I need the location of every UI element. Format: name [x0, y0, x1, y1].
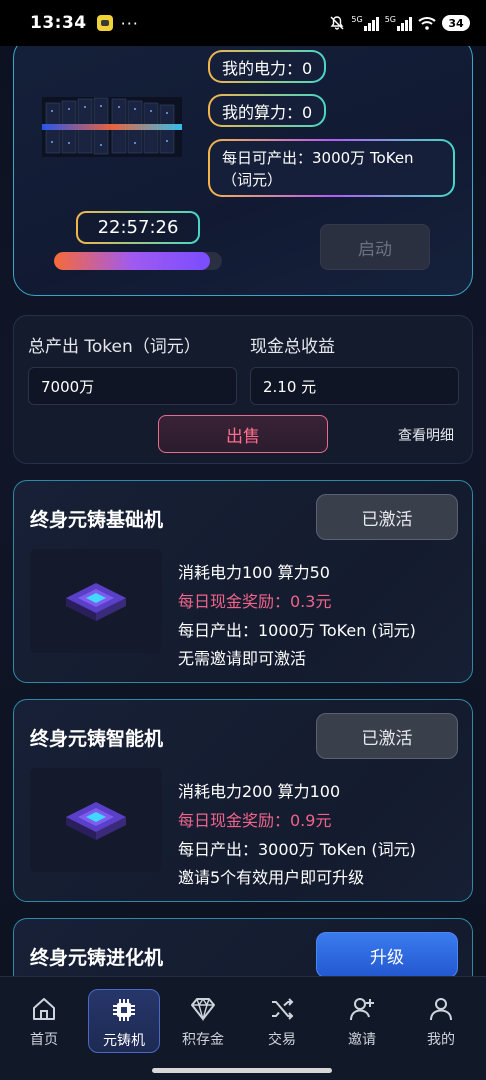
machine-daily-output: 每日产出：3000万 ToKen (词元) — [178, 840, 416, 859]
sell-button[interactable]: 出售 — [158, 415, 328, 453]
battery-icon: 34 — [442, 15, 470, 31]
machine-chip-image — [30, 768, 162, 872]
wifi-icon — [418, 17, 436, 30]
machine-title: 终身元铸进化机 — [30, 947, 164, 969]
diamond-icon — [191, 997, 215, 1022]
nav-item-home[interactable]: 首页 — [8, 989, 80, 1053]
status-icons: 5G 5G 34 — [329, 15, 470, 31]
mining-progress-bar — [54, 252, 222, 270]
machine-card-smart: 终身元铸智能机 已激活 消耗电力200 算力100 每日现金奖励：0.9元 每日… — [13, 699, 473, 902]
chip-icon — [66, 583, 126, 621]
my-compute-badge: 我的算力：0 — [208, 94, 326, 127]
status-bar: 13:34 ··· 5G 5G 34 — [0, 0, 486, 46]
machine-title: 终身元铸智能机 — [30, 728, 164, 750]
home-icon — [33, 998, 55, 1020]
chip-icon — [66, 802, 126, 840]
machine-cost: 消耗电力200 算力100 — [178, 782, 341, 801]
nav-label: 交易 — [268, 1032, 296, 1048]
app-notification-icon — [96, 15, 113, 31]
add-user-icon — [350, 998, 374, 1021]
nav-label: 邀请 — [348, 1032, 376, 1048]
daily-output-badge: 每日可产出：3000万 ToKen（词元） — [208, 139, 455, 197]
machine-chip-image — [30, 549, 162, 653]
nav-label: 积存金 — [182, 1032, 224, 1048]
total-token-label: 总产出 Token（词元） — [28, 337, 201, 357]
machine-daily-reward: 每日现金奖励：0.9元 — [178, 811, 332, 830]
nav-item-savings-gold[interactable]: 积存金 — [167, 989, 239, 1053]
machine-daily-output: 每日产出：1000万 ToKen (词元) — [178, 621, 416, 640]
nav-item-minting-machine[interactable]: 元铸机 — [88, 989, 160, 1053]
signal-icon: 5G — [385, 15, 412, 31]
upgrade-button[interactable]: 升级 — [316, 932, 458, 976]
machine-title: 终身元铸基础机 — [30, 509, 164, 531]
nav-label: 我的 — [427, 1032, 455, 1048]
signal-icon: 5G — [351, 15, 379, 31]
nav-item-trade[interactable]: 交易 — [246, 989, 318, 1053]
chip-icon — [113, 999, 135, 1021]
view-details-link[interactable]: 查看明细 — [398, 425, 454, 445]
status-time: 13:34 — [30, 13, 87, 33]
machine-daily-reward: 每日现金奖励：0.3元 — [178, 592, 332, 611]
machine-condition: 邀请5个有效用户即可升级 — [178, 868, 365, 887]
home-indicator[interactable] — [152, 1068, 332, 1073]
nav-item-invite[interactable]: 邀请 — [326, 989, 398, 1053]
bottom-navigation: 首页 元铸机 积存金 交易 邀请 我的 — [0, 976, 486, 1080]
cash-income-value: 2.10 元 — [250, 367, 459, 405]
more-notifications-icon: ··· — [120, 13, 139, 33]
activated-button[interactable]: 已激活 — [316, 494, 458, 540]
server-rack-image — [42, 97, 182, 157]
nav-label: 首页 — [30, 1032, 58, 1048]
cash-income-label: 现金总收益 — [250, 337, 335, 357]
mute-icon — [330, 16, 344, 30]
my-power-badge: 我的电力：0 — [208, 50, 326, 83]
start-button[interactable]: 启动 — [320, 224, 430, 270]
countdown-timer: 22:57:26 — [76, 211, 200, 244]
mining-status-card: 我的电力：0 我的算力：0 每日可产出：3000万 ToKen（词元） 22:5… — [13, 46, 473, 296]
page-content: 我的电力：0 我的算力：0 每日可产出：3000万 ToKen（词元） 22:5… — [0, 46, 486, 976]
machine-cost: 消耗电力100 算力50 — [178, 563, 330, 582]
activated-button[interactable]: 已激活 — [316, 713, 458, 759]
machine-card-basic: 终身元铸基础机 已激活 消耗电力100 算力50 每日现金奖励：0.3元 每日产… — [13, 480, 473, 683]
earnings-summary-card: 总产出 Token（词元） 现金总收益 7000万 2.10 元 出售 查看明细 — [13, 315, 473, 464]
nav-label: 元铸机 — [103, 1033, 145, 1049]
mining-progress-fill — [54, 252, 211, 270]
total-token-value: 7000万 — [28, 367, 237, 405]
shuffle-icon — [272, 998, 294, 1020]
user-icon — [430, 998, 452, 1021]
machine-card-evolution: 终身元铸进化机 升级 — [13, 918, 473, 976]
nav-item-profile[interactable]: 我的 — [405, 989, 477, 1053]
machine-condition: 无需邀请即可激活 — [178, 649, 307, 668]
